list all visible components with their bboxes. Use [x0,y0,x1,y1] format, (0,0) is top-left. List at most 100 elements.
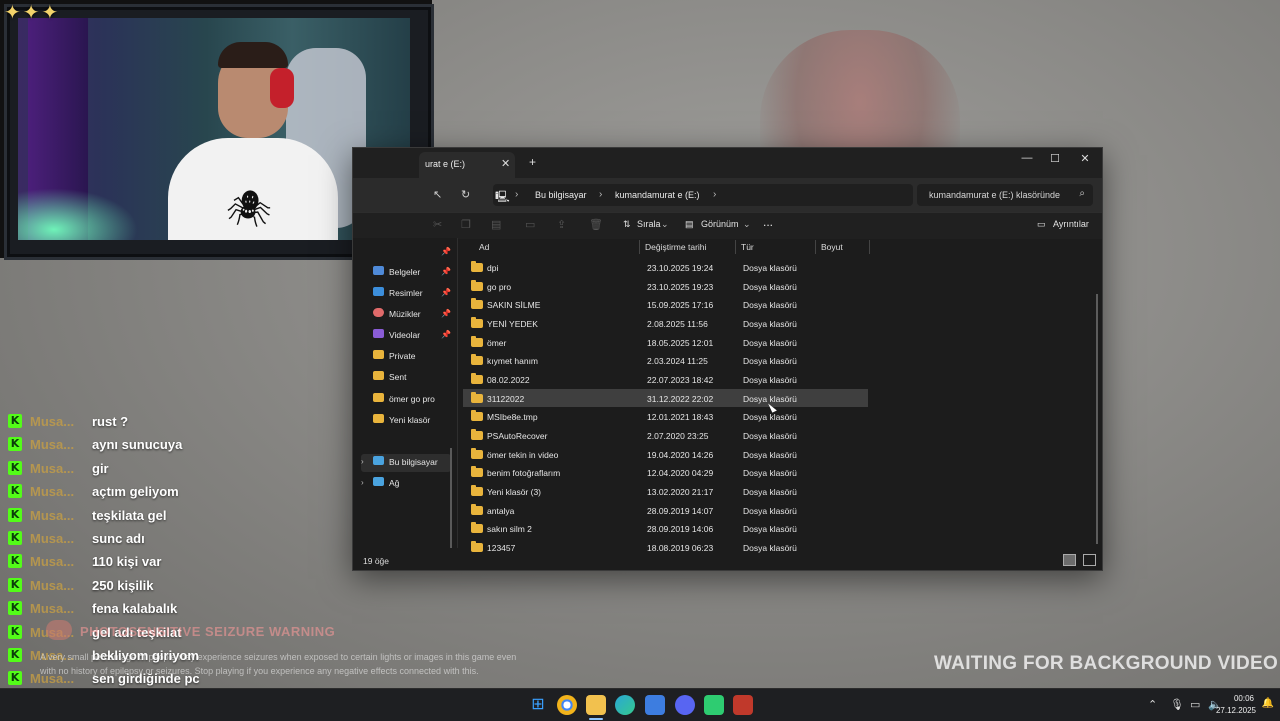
windows-start-icon[interactable]: ⊞ [528,695,548,715]
tiles-view-icon[interactable] [1083,554,1096,566]
sort-button[interactable]: Sırala [637,219,661,229]
spider-logo-icon: 🕷 [226,188,272,229]
search-placeholder: kumandamurat e (E:) klasöründe [929,190,1061,200]
view-button[interactable]: Görünüm [701,219,739,229]
share-icon[interactable]: ⇪ [557,218,566,231]
app-icon[interactable] [704,695,724,715]
store-icon[interactable] [645,695,665,715]
sidebar-item-label: Belgeler [389,267,421,277]
cut-icon[interactable]: ✂ [433,218,442,231]
back-icon[interactable]: ↖ [433,188,442,201]
column-header-name[interactable]: Ad [479,242,489,252]
chat-username[interactable]: Musa... [30,437,74,452]
chrome-icon[interactable] [557,695,577,715]
display-icon[interactable]: ▭ [1190,698,1200,711]
delete-icon[interactable]: 🗑 [589,218,603,231]
file-name: YENİ YEDEK [487,318,538,329]
chat-username[interactable]: Musa... [30,484,74,499]
folder-icon [471,298,483,310]
file-row[interactable]: sakın silm 2 28.09.2019 14:06 Dosya klasör… [463,519,868,538]
details-view-icon[interactable] [1063,554,1077,566]
more-options-button[interactable]: ... [763,215,773,229]
file-explorer-icon[interactable] [586,695,606,715]
column-header-date[interactable]: Değiştirme tarihi [645,242,706,252]
copy-icon[interactable]: ❐ [461,218,471,231]
kick-badge-icon: K [8,507,22,522]
file-row[interactable]: MSIbe8e.tmp 12.01.2021 18:43 Dosya klasörü [463,407,868,426]
discord-icon[interactable] [675,695,695,715]
chat-username[interactable]: Musa... [30,461,74,476]
sidebar-item-ag[interactable]: › Ağ [361,475,451,493]
chevron-right-icon[interactable]: › [361,457,364,466]
chevron-right-icon[interactable]: › [361,478,364,487]
rename-icon[interactable]: ▭ [525,218,535,231]
file-row[interactable]: 08.02.2022 22.07.2023 18:42 Dosya klasörü [463,370,868,389]
pin-icon: 📌 [441,309,451,318]
close-window-icon[interactable]: ✕ [1075,152,1095,165]
breadcrumb-item-drive[interactable]: kumandamurat e (E:) [615,190,700,200]
minimize-icon[interactable]: — [1017,152,1037,164]
folder-icon [471,391,483,403]
close-tab-icon[interactable]: ✕ [501,157,510,170]
sidebar-item-private[interactable]: Private [361,348,451,366]
sidebar-item-belgeler[interactable]: Belgeler 📌 [361,264,451,282]
folder-icon [471,522,483,534]
file-row[interactable]: Yeni klasör (3) 13.02.2020 21:17 Dosya kla… [463,482,868,501]
file-row[interactable]: YENİ YEDEK 2.08.2025 11:56 Dosya klasörü [463,314,868,333]
sidebar-item-resimler[interactable]: Resimler 📌 [361,285,451,303]
file-row[interactable]: 31122022 31.12.2022 22:02 Dosya klasörü [463,388,868,408]
file-row[interactable]: ömer tekin in video 19.04.2020 14:26 Dosya… [463,445,868,464]
chat-username[interactable]: Musa... [30,531,74,546]
file-row[interactable]: PSAutoRecover 2.07.2020 23:25 Dosya klasör… [463,426,868,445]
nav-item: 📌 [361,244,451,262]
file-row[interactable]: go pro 23.10.2025 19:23 Dosya klasörü [463,277,868,296]
search-input[interactable]: kumandamurat e (E:) klasöründe ⌕ [917,184,1093,206]
maximize-icon[interactable]: ☐ [1045,152,1065,165]
file-row[interactable]: ömer 18.05.2025 12:01 Dosya klasörü [463,333,868,352]
edge-icon[interactable] [615,695,635,715]
chat-username[interactable]: Musa... [30,578,74,593]
breadcrumb[interactable]: 🖳 › Bu bilgisayar › kumandamurat e (E:) … [493,184,913,206]
music-icon [373,308,384,317]
clock-time[interactable]: 00:06 [1234,694,1254,703]
file-date: 13.02.2020 21:17 [647,486,714,497]
kick-badge-icon: K [8,647,22,662]
sidebar-item-omer-go-pro[interactable]: ömer go pro [361,391,451,409]
file-type: Dosya klasörü [743,300,797,311]
file-row[interactable]: SAKIN SİLME 15.09.2025 17:16 Dosya klasörü [463,295,868,314]
column-header-size[interactable]: Boyut [821,242,843,252]
rust-icon[interactable] [733,695,753,715]
sidebar-item-muzikler[interactable]: Müzikler 📌 [361,306,451,324]
content-scrollbar[interactable] [1096,294,1098,544]
chat-message: K Musa... teşkilata gel [4,504,264,527]
chat-username[interactable]: Musa... [30,508,74,523]
folder-icon [471,316,483,328]
explorer-tab[interactable]: urat e (E:) ✕ [419,152,515,178]
sidebar-item-videolar[interactable]: Videolar 📌 [361,327,451,345]
chat-username[interactable]: Musa... [30,601,74,616]
file-name: 123457 [487,542,516,553]
file-list: Ad Değiştirme tarihi Tür Boyut dpi 23.10.… [463,238,1098,553]
clock-date[interactable]: 27.12.2025 [1216,706,1256,715]
file-row[interactable]: dpi 23.10.2025 19:24 Dosya klasörü [463,258,868,277]
paste-icon[interactable]: ▤ [491,218,501,231]
refresh-icon[interactable]: ↻ [461,188,470,201]
sidebar-item-yeni-klasor[interactable]: Yeni klasör [361,412,451,430]
sidebar-item-sent[interactable]: Sent [361,369,451,387]
notification-icon[interactable]: 🔔 [1262,698,1274,709]
sidebar-item-bu-bilgisayar[interactable]: › Bu bilgisayar [361,454,451,472]
taskbar: ⊞ ⌃ 🎙 ▭ 🔈 00:06 27.12.2025 🔔 [0,688,1280,721]
breadcrumb-item-computer[interactable]: Bu bilgisayar [535,190,587,200]
chevron-up-icon[interactable]: ⌃ [1148,698,1157,711]
details-button[interactable]: Ayrıntılar [1053,219,1089,229]
file-explorer-window[interactable]: urat e (E:) ✕ + — ☐ ✕ ↖ ↻ 🖳 › Bu bilgisa… [352,147,1103,571]
file-row[interactable]: kıymet hanım 2.03.2024 11:25 Dosya klasörü [463,351,868,370]
column-header-type[interactable]: Tür [741,242,754,252]
chat-username[interactable]: Musa... [30,554,74,569]
file-row[interactable]: benim fotoğraflarım 12.04.2020 04:29 Dosya… [463,463,868,482]
file-row[interactable]: antalya 28.09.2019 14:07 Dosya klasörü [463,501,868,520]
microphone-icon[interactable]: 🎙 [1170,698,1184,711]
chat-username[interactable]: Musa... [30,414,74,429]
nav-scrollbar[interactable] [450,448,452,548]
new-tab-icon[interactable]: + [529,155,536,169]
